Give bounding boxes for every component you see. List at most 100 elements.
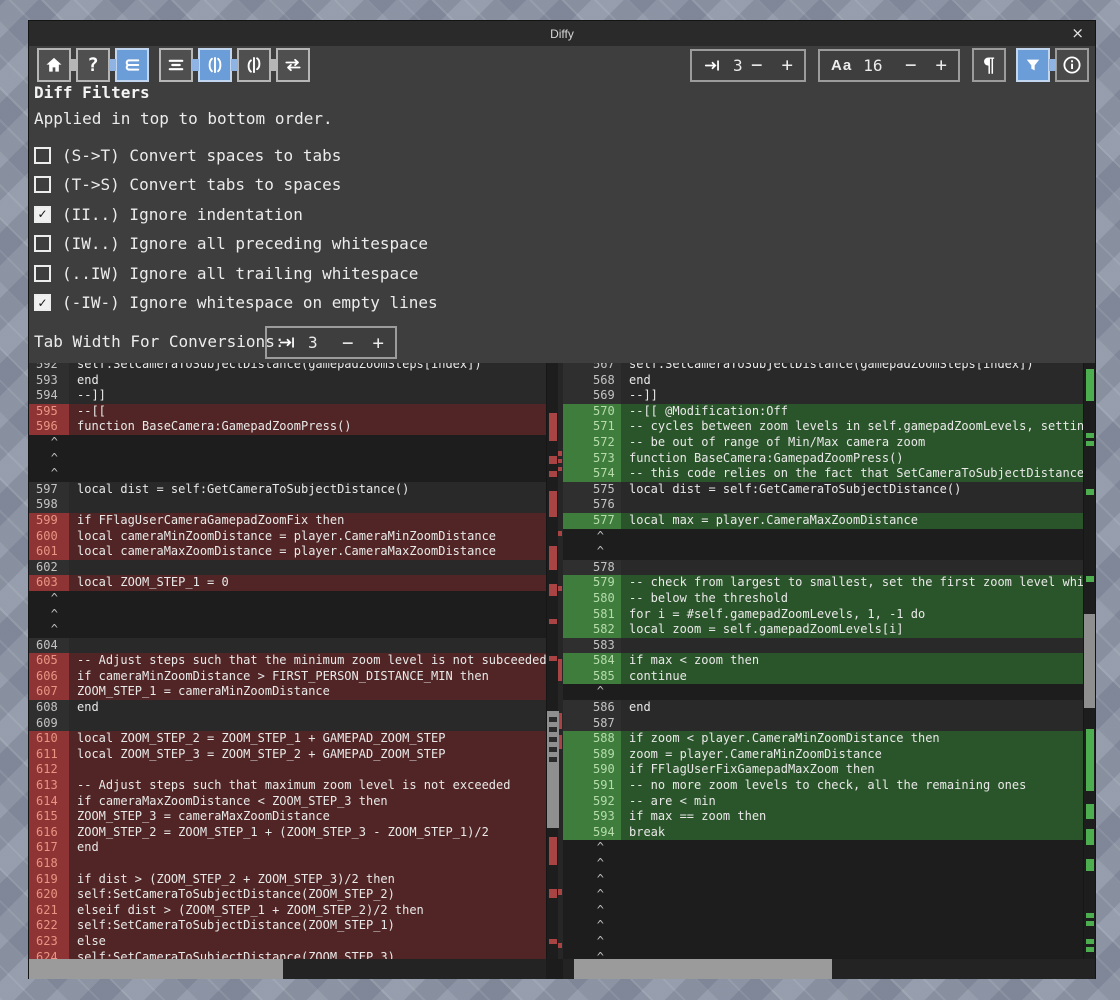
split-center-button[interactable] [198, 48, 232, 82]
help-button[interactable]: ? [76, 48, 110, 82]
code-row: 592self.SetCameraToSubjectDistance(gamep… [29, 363, 546, 373]
deletion-marker [549, 727, 557, 732]
line-number: 580 [563, 591, 621, 607]
line-number: 620 [29, 887, 69, 903]
filter-checkbox[interactable] [34, 265, 51, 282]
line-text: --]] [69, 388, 546, 404]
code-row: 607ZOOM_STEP_1 = cameraMinZoomDistance [29, 684, 546, 700]
code-row: 584if max < zoom then [563, 653, 1083, 669]
filter-checkbox[interactable]: ✓ [34, 206, 51, 223]
left-pane-scrollbar[interactable] [546, 363, 558, 959]
line-text [621, 638, 1083, 654]
line-number: 599 [29, 513, 69, 529]
filter-checkbox[interactable]: ✓ [34, 294, 51, 311]
line-text: self.SetCameraToSubjectDistance(gamepadZ… [621, 363, 1083, 373]
right-hscroll-track[interactable] [563, 959, 1095, 979]
line-number: 612 [29, 762, 69, 778]
tab-size-decrease-button[interactable]: − [751, 54, 762, 76]
line-text: --[[ @Modification:Off [621, 404, 1083, 420]
line-number: 594 [29, 388, 69, 404]
line-number: 593 [563, 809, 621, 825]
filler-caret: ^ [563, 840, 621, 856]
split-right-button[interactable] [237, 48, 271, 82]
line-number: 577 [563, 513, 621, 529]
filler-row: ^ [563, 950, 1083, 959]
left-hscroll-thumb[interactable] [29, 959, 283, 979]
line-text: if cameraMaxZoomDistance < ZOOM_STEP_3 t… [69, 794, 546, 810]
font-size-increase-button[interactable]: + [936, 54, 947, 76]
line-text [69, 591, 546, 607]
addition-marker [1086, 859, 1094, 871]
toolbar-connector [70, 59, 77, 71]
deletion-marker [549, 413, 557, 441]
tab-size-increase-button[interactable]: + [782, 54, 793, 76]
line-text [69, 607, 546, 623]
filter-checkbox[interactable] [34, 176, 51, 193]
right-pane-scrollbar[interactable] [1083, 363, 1095, 959]
line-text: ZOOM_STEP_2 = ZOOM_STEP_1 + (ZOOM_STEP_3… [69, 825, 546, 841]
filter-checkbox[interactable] [34, 235, 51, 252]
code-row: 576 [563, 497, 1083, 513]
left-hscroll-track[interactable] [29, 959, 546, 979]
line-number: 574 [563, 466, 621, 482]
code-row: 620self:SetCameraToSubjectDistance(ZOOM_… [29, 887, 546, 903]
help-icon: ? [87, 54, 98, 76]
addition-marker [1086, 829, 1094, 845]
deletion-marker [558, 451, 562, 456]
addition-marker [1086, 729, 1094, 791]
deletion-marker [549, 471, 557, 477]
filler-caret: ^ [29, 466, 69, 482]
filter-checkbox[interactable] [34, 147, 51, 164]
align-lines-button[interactable] [159, 48, 193, 82]
home-button[interactable] [37, 48, 71, 82]
code-row: 600local cameraMinZoomDistance = player.… [29, 529, 546, 545]
filter-toggle[interactable] [1016, 48, 1050, 82]
tab-width-decrease-button[interactable]: − [342, 332, 353, 354]
code-row: 588if zoom < player.CameraMinZoomDistanc… [563, 731, 1083, 747]
pilcrow-toggle[interactable]: ¶ [972, 48, 1006, 82]
pilcrow-icon: ¶ [983, 53, 996, 77]
horizontal-scrollbars [29, 959, 1095, 979]
vertical-scrollbar-thumb[interactable] [1084, 614, 1095, 708]
right-hscroll-thumb[interactable] [574, 959, 832, 979]
line-number: 610 [29, 731, 69, 747]
line-number: 596 [29, 419, 69, 435]
line-number: 592 [29, 363, 69, 373]
unified-view-button[interactable] [115, 48, 149, 82]
code-row: 614if cameraMaxZoomDistance < ZOOM_STEP_… [29, 794, 546, 810]
line-number: 590 [563, 762, 621, 778]
tab-to-end-icon [278, 333, 297, 352]
swap-sides-button[interactable] [276, 48, 310, 82]
line-text [621, 887, 1083, 903]
line-text: function BaseCamera:GamepadZoomPress() [621, 451, 1083, 467]
filter-funnel-icon [1023, 55, 1043, 75]
filler-row: ^ [563, 934, 1083, 950]
addition-marker [1086, 369, 1094, 401]
addition-marker [1086, 489, 1094, 495]
code-row: 618 [29, 856, 546, 872]
deletion-marker [558, 659, 562, 681]
filter-option: (T->S) Convert tabs to spaces [34, 175, 438, 195]
line-number: 594 [563, 825, 621, 841]
line-number: 588 [563, 731, 621, 747]
line-text: -- cycles between zoom levels in self.ga… [621, 419, 1083, 435]
code-row: 616ZOOM_STEP_2 = ZOOM_STEP_1 + (ZOOM_STE… [29, 825, 546, 841]
line-text [69, 638, 546, 654]
swap-icon [283, 55, 303, 75]
close-button[interactable]: × [1071, 24, 1084, 42]
code-row: 583 [563, 638, 1083, 654]
code-row: 610local ZOOM_STEP_2 = ZOOM_STEP_1 + GAM… [29, 731, 546, 747]
deletion-marker [549, 456, 557, 464]
home-icon [44, 55, 64, 75]
addition-marker [1086, 913, 1094, 918]
filler-row: ^ [563, 856, 1083, 872]
info-button[interactable] [1055, 48, 1089, 82]
line-number: 614 [29, 794, 69, 810]
filler-caret: ^ [563, 918, 621, 934]
code-row: 574-- this code relies on the fact that … [563, 466, 1083, 482]
font-size-decrease-button[interactable]: − [905, 54, 916, 76]
filler-caret: ^ [29, 591, 69, 607]
line-text: function BaseCamera:GamepadZoomPress() [69, 419, 546, 435]
tab-width-increase-button[interactable]: + [373, 332, 384, 354]
line-text: if max < zoom then [621, 653, 1083, 669]
